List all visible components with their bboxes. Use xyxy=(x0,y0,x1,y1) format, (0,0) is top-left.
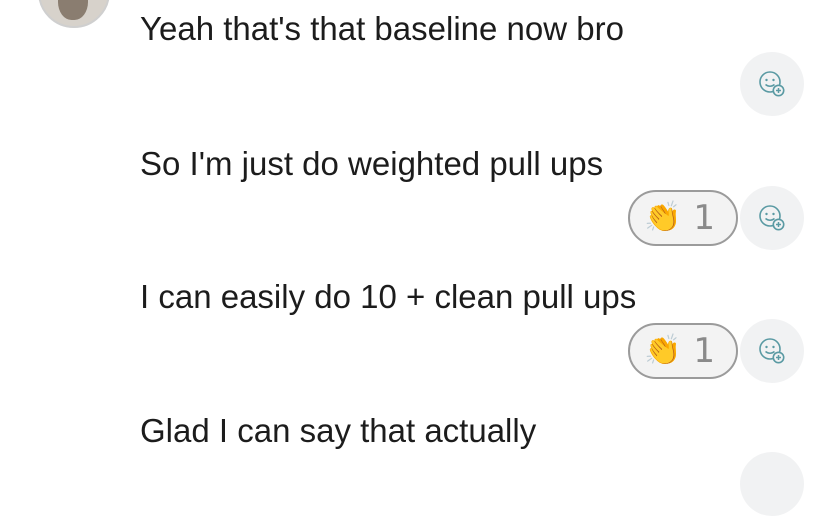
add-reaction-icon xyxy=(759,71,785,97)
avatar[interactable] xyxy=(38,0,110,28)
add-reaction-icon xyxy=(759,338,785,364)
add-reaction-icon xyxy=(759,205,785,231)
clapping-hands-icon: 👏 xyxy=(644,201,682,234)
add-reaction-button[interactable] xyxy=(740,319,804,383)
clapping-hands-icon: 👏 xyxy=(644,334,682,367)
add-reaction-button[interactable] xyxy=(740,452,804,516)
add-reaction-button[interactable] xyxy=(740,52,804,116)
message-text: Yeah that's that baseline now bro xyxy=(140,10,624,47)
reaction-pill[interactable]: 👏 1 xyxy=(628,190,738,246)
reaction-count: 1 xyxy=(693,331,715,371)
message-text: So I'm just do weighted pull ups xyxy=(140,145,604,182)
message-text: Glad I can say that actually xyxy=(140,412,537,449)
reaction-pill[interactable]: 👏 1 xyxy=(628,323,738,379)
message-text: I can easily do 10 + clean pull ups xyxy=(140,278,637,315)
add-reaction-button[interactable] xyxy=(740,186,804,250)
reaction-count: 1 xyxy=(693,198,715,238)
